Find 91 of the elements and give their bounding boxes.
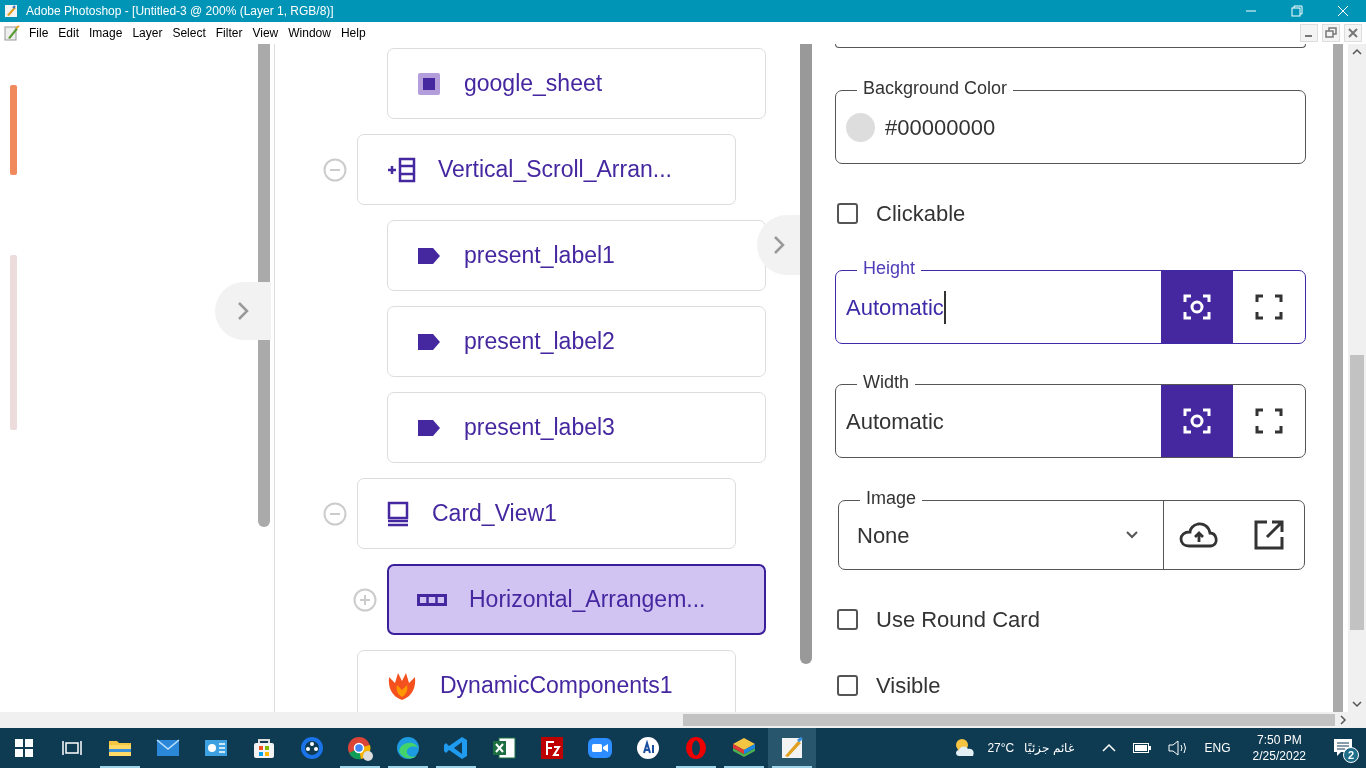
focus-icon xyxy=(1182,406,1212,436)
film-reel-icon xyxy=(299,735,325,761)
checkbox-label: Use Round Card xyxy=(876,606,1040,634)
fullscreen-icon xyxy=(1254,406,1284,436)
weather-condition[interactable]: غائم جزئيًا xyxy=(1024,739,1074,757)
item-label: Horizontal_Arrangem... xyxy=(469,585,706,615)
tree-item[interactable]: Vertical_Scroll_Arran... xyxy=(357,134,736,205)
tree-item[interactable]: present_label2 xyxy=(387,306,766,377)
focus-icon xyxy=(1182,292,1212,322)
item-label: present_label1 xyxy=(464,241,615,271)
square-icon xyxy=(416,70,442,97)
chevron-right-icon xyxy=(237,301,249,321)
tree-item[interactable]: present_label3 xyxy=(387,392,766,463)
taskbar-app[interactable] xyxy=(768,728,816,768)
scroll-down-icon[interactable] xyxy=(1352,700,1362,708)
scrollbar[interactable] xyxy=(1333,44,1343,712)
chevron-down-icon xyxy=(1125,530,1140,540)
label-icon xyxy=(416,417,442,438)
field-value: #00000000 xyxy=(885,113,996,142)
external-link-icon xyxy=(1253,519,1286,551)
label-icon xyxy=(416,331,442,352)
menu-item[interactable]: View xyxy=(247,24,284,42)
language-indicator[interactable]: ENG xyxy=(1204,739,1231,757)
tree-item[interactable]: google_sheet xyxy=(387,48,766,119)
auto-size-button[interactable] xyxy=(1161,271,1233,343)
item-label: DynamicComponents1 xyxy=(440,671,673,701)
menu-item[interactable]: Image xyxy=(84,24,128,42)
scrollbar-thumb[interactable] xyxy=(1350,355,1364,630)
clock-time: 7:50 PM xyxy=(1256,732,1302,748)
restore-icon[interactable] xyxy=(1322,24,1340,42)
chevron-up-icon[interactable] xyxy=(1101,743,1116,753)
menu-item[interactable]: Help xyxy=(335,24,371,42)
three-cells-icon xyxy=(417,593,447,606)
menu-item[interactable]: Filter xyxy=(210,24,248,42)
fullscreen-icon xyxy=(1254,292,1284,322)
label-icon xyxy=(416,245,442,266)
server-transfer-icon xyxy=(539,735,565,761)
brush-icon xyxy=(779,735,805,761)
brush-icon xyxy=(4,4,18,18)
tree-item[interactable]: Card_View1 xyxy=(357,478,736,549)
scroll-right-icon[interactable] xyxy=(1339,715,1347,725)
code-editor-icon xyxy=(443,735,469,761)
checkbox-label: Visible xyxy=(876,672,941,700)
item-label: google_sheet xyxy=(464,69,603,99)
checkbox[interactable] xyxy=(837,675,858,696)
dropdown-value: None xyxy=(857,521,911,550)
menu-item[interactable]: File xyxy=(24,24,54,42)
item-label: Card_View1 xyxy=(432,499,557,529)
clock[interactable]: 7:50 PM 2/25/2022 xyxy=(1252,732,1306,764)
volume-icon[interactable] xyxy=(1167,740,1188,756)
temperature[interactable]: 27°C xyxy=(987,739,1015,757)
menu-item[interactable]: Edit xyxy=(53,24,85,42)
chrome-icon xyxy=(347,735,373,761)
item-label: Vertical_Scroll_Arran... xyxy=(438,155,672,185)
notifications-button[interactable]: 2 xyxy=(1320,728,1366,768)
ring-icon xyxy=(683,735,709,761)
video-camera-icon xyxy=(587,735,613,761)
chevron-right-icon xyxy=(772,235,785,255)
add-rows-icon xyxy=(386,156,416,183)
notification-count: 2 xyxy=(1343,747,1359,763)
cloud-upload-icon xyxy=(1179,521,1220,549)
field-value: Automatic xyxy=(846,290,946,324)
scroll-up-icon[interactable] xyxy=(1352,48,1362,56)
auto-size-button[interactable] xyxy=(1161,385,1233,457)
wave-icon xyxy=(395,735,421,761)
item-label: present_label3 xyxy=(464,413,615,443)
tree-item[interactable]: DynamicComponents1 xyxy=(357,650,736,712)
circle-app-icon xyxy=(635,735,661,761)
checkbox[interactable] xyxy=(837,203,858,224)
scrollbar-thumb[interactable] xyxy=(683,714,1335,726)
task-view-icon xyxy=(62,739,82,757)
color-swatch xyxy=(846,112,875,142)
menu-item[interactable]: Layer xyxy=(127,24,168,42)
battery-icon[interactable] xyxy=(1132,743,1151,753)
monitor-icon xyxy=(386,500,410,527)
tree-item[interactable]: present_label1 xyxy=(387,220,766,291)
menu-item[interactable]: Window xyxy=(283,24,336,42)
windows-icon xyxy=(15,739,33,757)
menu-item[interactable]: Select xyxy=(167,24,211,42)
close-icon[interactable] xyxy=(1344,24,1362,42)
spreadsheet-icon xyxy=(491,735,517,761)
tree-item[interactable]: Horizontal_Arrangem... xyxy=(387,564,766,635)
field-value: Automatic xyxy=(846,407,944,436)
checkbox[interactable] xyxy=(837,609,858,630)
item-label: present_label2 xyxy=(464,327,615,357)
scrollbar[interactable] xyxy=(800,44,812,664)
window-title: Adobe Photoshop - [Untitled-3 @ 200% (Layer 1, RGB/8)] xyxy=(26,3,334,20)
checkbox-label: Clickable xyxy=(876,200,966,228)
brush-icon xyxy=(4,25,20,41)
minimize-icon[interactable] xyxy=(1300,24,1318,42)
clock-date: 2/25/2022 xyxy=(1252,748,1306,764)
